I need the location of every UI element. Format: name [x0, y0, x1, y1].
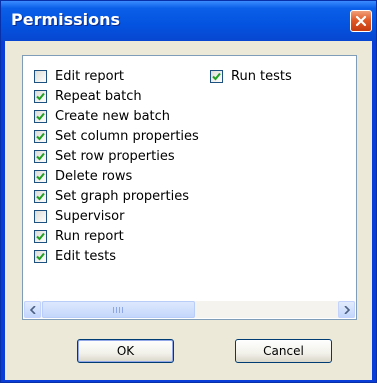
ok-button[interactable]: OK [77, 339, 174, 363]
dialog-title: Permissions [11, 10, 121, 29]
permission-item-set-graph-properties[interactable]: Set graph properties [34, 186, 189, 206]
permissions-list[interactable]: Edit report Repeat batch Create new batc… [22, 55, 357, 320]
permission-label: Create new batch [55, 108, 171, 124]
permission-item-delete-rows[interactable]: Delete rows [34, 166, 132, 186]
checkmark-icon [36, 92, 45, 100]
close-icon [355, 15, 367, 27]
permission-item-set-row-properties[interactable]: Set row properties [34, 146, 175, 166]
permission-label: Delete rows [55, 168, 133, 184]
horizontal-scrollbar[interactable] [24, 301, 355, 318]
checkmark-icon [36, 232, 45, 240]
grip-icon [113, 307, 125, 313]
checkbox[interactable] [34, 169, 47, 183]
checkbox[interactable] [210, 69, 223, 83]
checkbox[interactable] [34, 69, 47, 83]
permission-label: Repeat batch [55, 88, 142, 104]
scroll-left-button[interactable] [24, 301, 41, 318]
permission-label: Set column properties [55, 128, 199, 144]
permission-item-run-report[interactable]: Run report [34, 226, 124, 246]
checkmark-icon [36, 112, 45, 120]
checkbox[interactable] [34, 209, 47, 223]
close-button[interactable] [350, 10, 372, 32]
checkbox[interactable] [34, 149, 47, 163]
permission-item-supervisor[interactable]: Supervisor [34, 206, 124, 226]
checkbox[interactable] [34, 249, 47, 263]
permission-item-create-new-batch[interactable]: Create new batch [34, 106, 170, 126]
checkbox[interactable] [34, 189, 47, 203]
checkmark-icon [36, 132, 45, 140]
permission-label: Supervisor [55, 208, 125, 224]
permission-label: Set graph properties [55, 188, 190, 204]
arrow-left-icon [30, 306, 36, 314]
permission-item-edit-tests[interactable]: Edit tests [34, 246, 116, 266]
permission-item-edit-report[interactable]: Edit report [34, 66, 124, 86]
permission-item-set-column-properties[interactable]: Set column properties [34, 126, 199, 146]
permission-label: Edit tests [55, 248, 117, 264]
checkmark-icon [36, 152, 45, 160]
checkbox[interactable] [34, 229, 47, 243]
permission-label: Set row properties [55, 148, 175, 164]
title-bar[interactable]: Permissions [1, 1, 376, 41]
permission-label: Edit report [55, 68, 125, 84]
checkmark-icon [36, 172, 45, 180]
scroll-thumb[interactable] [42, 301, 195, 318]
checkmark-icon [212, 72, 221, 80]
arrow-right-icon [344, 306, 350, 314]
permission-item-run-tests[interactable]: Run tests [210, 66, 292, 86]
dialog-client-area: Edit report Repeat batch Create new batc… [5, 41, 372, 380]
checkbox[interactable] [34, 109, 47, 123]
permission-label: Run report [55, 228, 124, 244]
checkmark-icon [36, 192, 45, 200]
permissions-dialog: Permissions Edit report Repeat batch Cre… [0, 0, 377, 383]
checkbox[interactable] [34, 129, 47, 143]
cancel-button[interactable]: Cancel [235, 339, 332, 363]
checkmark-icon [36, 252, 45, 260]
checkbox[interactable] [34, 89, 47, 103]
permission-item-repeat-batch[interactable]: Repeat batch [34, 86, 142, 106]
permission-label: Run tests [231, 68, 292, 84]
scroll-right-button[interactable] [338, 301, 355, 318]
